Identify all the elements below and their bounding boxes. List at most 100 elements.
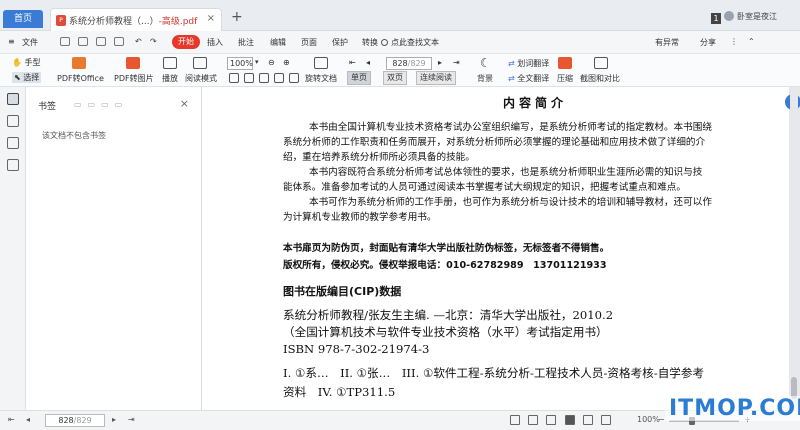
last-page-icon[interactable]: ⇥	[453, 58, 460, 67]
double-page-button[interactable]: 双页	[383, 71, 407, 85]
fit-page-icon[interactable]	[244, 73, 254, 83]
open-icon[interactable]	[60, 37, 70, 46]
status-page-input[interactable]: 828/829	[45, 414, 105, 427]
window-count-badge[interactable]: 1	[711, 13, 721, 24]
full-translate-label: 全文翻译	[517, 74, 550, 83]
pdf-to-image-icon	[126, 57, 140, 69]
next-page-icon[interactable]: ▸	[438, 58, 442, 67]
cip-line: 资料 IV. ①TP311.5	[283, 385, 396, 399]
paragraph-line: 本书内容既符合系统分析师考试总体领性的要求，也是系统分析师职业生涯所必需的知识与…	[309, 167, 703, 178]
actual-size-icon[interactable]	[229, 73, 239, 83]
fit-width-icon[interactable]	[259, 73, 269, 83]
search-command-label: 点此查找文本	[391, 38, 439, 47]
page-total: /829	[407, 59, 426, 68]
rotate-right-icon[interactable]	[289, 73, 299, 83]
rotate-document-button[interactable]: 旋转文档	[305, 73, 337, 84]
view-mode-icon[interactable]	[510, 415, 520, 425]
first-page-icon[interactable]: ⇤	[349, 58, 356, 67]
hamburger-icon[interactable]: ≡	[8, 37, 15, 46]
menu-file[interactable]: 文件	[22, 37, 38, 48]
hand-tool-label: 手型	[24, 58, 41, 67]
page-number-input[interactable]: 828/829	[386, 57, 432, 70]
copyright-notice: 版权所有，侵权必究。侵权举报电话：010-62782989 1370112193…	[283, 260, 607, 271]
single-page-button[interactable]: 单页	[347, 71, 371, 85]
account-area[interactable]: 卧室是夜江	[724, 11, 800, 25]
cloud-status[interactable]: 有异常	[655, 37, 679, 48]
close-icon[interactable]: ×	[180, 97, 189, 110]
rotate-left-icon[interactable]	[274, 73, 284, 83]
save-icon[interactable]	[78, 37, 88, 46]
zoom-out-icon[interactable]: −	[658, 415, 665, 424]
search-command[interactable]: 点此查找文本	[381, 37, 439, 48]
page-current: 828	[392, 59, 408, 68]
more-icon[interactable]: ⋮	[730, 37, 738, 46]
menu-convert[interactable]: 转换	[362, 37, 378, 48]
vertical-scrollbar[interactable]	[790, 87, 798, 410]
zoom-in-icon[interactable]: ⊕	[283, 58, 290, 67]
play-icon	[163, 57, 177, 69]
pdf-to-office-button[interactable]: PDF转Office	[57, 73, 104, 84]
bookmark-empty-message: 该文档不包含书签	[42, 131, 106, 140]
screenshot-compare-button[interactable]: 截图和对比	[580, 73, 620, 84]
bookmark-tools[interactable]: ▭▭▭▭	[74, 100, 128, 109]
first-page-icon[interactable]: ⇤	[8, 415, 15, 424]
close-icon[interactable]: ×	[207, 13, 215, 24]
document-area[interactable]: 内容简介 本书由全国计算机专业技术资格考试办公室组织编写，是系统分析师考试的指定…	[203, 87, 800, 410]
bookmark-panel: 书签 ▭▭▭▭ × 该文档不包含书签	[26, 87, 202, 410]
chevron-down-icon[interactable]: ▾	[255, 58, 259, 66]
view-mode-icon[interactable]	[583, 415, 593, 425]
continuous-read-button[interactable]: 连续阅读	[416, 71, 456, 85]
bookmark-panel-title: 书签	[38, 102, 57, 112]
cip-line: I. ①系… II. ①张… III. ①软件工程-系统分析-工程技术人员-资格…	[283, 366, 705, 380]
paragraph-line: 本书可作为系统分析师的工作手册，也可作为系统分析与设计技术的培训和辅导教材，还可…	[309, 197, 712, 208]
paragraph-line: 为计算机专业教师的教学参考用书。	[283, 212, 437, 223]
pdf-icon: P	[56, 15, 66, 26]
bookmark-panel-icon[interactable]	[7, 93, 19, 105]
play-button[interactable]: 播放	[162, 73, 178, 84]
select-tool[interactable]: ⬉ 选择	[12, 72, 42, 83]
share-button[interactable]: 分享	[700, 37, 716, 48]
document-tab[interactable]: P 系统分析师教程（...）-高级.pdf ×	[50, 8, 222, 31]
annotation-icon[interactable]	[7, 137, 19, 149]
zoom-out-icon[interactable]: ⊖	[268, 58, 275, 67]
next-page-icon[interactable]: ▸	[112, 415, 116, 424]
minimize-ribbon-icon[interactable]: ⌃	[748, 37, 755, 46]
hand-tool[interactable]: ✋ 手型	[12, 57, 41, 68]
zoom-select[interactable]: 100%	[227, 57, 253, 70]
full-translate-button[interactable]: ⇄ 全文翻译	[508, 73, 549, 84]
export-icon[interactable]	[114, 37, 124, 46]
read-mode-button[interactable]: 阅读模式	[185, 73, 217, 84]
home-tab[interactable]: 首页	[3, 10, 43, 28]
previous-page-icon[interactable]: ◂	[26, 415, 30, 424]
night-mode-icon[interactable]: ☾	[480, 56, 491, 70]
background-button[interactable]: 背景	[477, 73, 493, 84]
fullscreen-icon[interactable]	[601, 415, 611, 425]
pdf-page: 内容简介 本书由全国计算机专业技术资格考试办公室组织编写，是系统分析师考试的指定…	[203, 87, 789, 410]
menu-protect[interactable]: 保护	[332, 37, 348, 48]
compress-button[interactable]: 压缩	[557, 73, 573, 84]
view-mode-icon[interactable]	[528, 415, 538, 425]
menu-annotate[interactable]: 批注	[238, 37, 254, 48]
full-translate-icon: ⇄	[508, 74, 515, 83]
word-translate-button[interactable]: ⇄ 划词翻译	[508, 58, 549, 69]
pdf-to-image-button[interactable]: PDF转图片	[114, 73, 154, 84]
translate-icon: ⇄	[508, 59, 515, 68]
menu-edit[interactable]: 编辑	[270, 37, 286, 48]
menu-page[interactable]: 页面	[301, 37, 317, 48]
print-icon[interactable]	[96, 37, 106, 46]
view-mode-active-icon[interactable]	[565, 415, 575, 425]
thumbnail-icon[interactable]	[7, 115, 19, 127]
paragraph-line: 系统分析师的工作职责和任务而展开，对系统分析师所必须掌握的理论基础和应用技术做了…	[283, 137, 706, 148]
menu-bar: ≡ 文件 ↶ ↷ 开始 插入 批注 编辑 页面 保护 转换 点此查找文本 有异常…	[0, 31, 800, 54]
new-tab-button[interactable]: +	[231, 10, 243, 24]
last-page-icon[interactable]: ⇥	[128, 415, 135, 424]
menu-insert[interactable]: 插入	[207, 37, 223, 48]
previous-page-icon[interactable]: ◂	[366, 58, 370, 67]
undo-icon[interactable]: ↶	[135, 37, 142, 46]
pdf-to-office-icon	[72, 57, 86, 69]
zoom-level[interactable]: 100%	[637, 415, 660, 424]
redo-icon[interactable]: ↷	[150, 37, 157, 46]
menu-start[interactable]: 开始	[172, 35, 200, 49]
view-mode-icon[interactable]	[546, 415, 556, 425]
attachment-icon[interactable]	[7, 159, 19, 171]
